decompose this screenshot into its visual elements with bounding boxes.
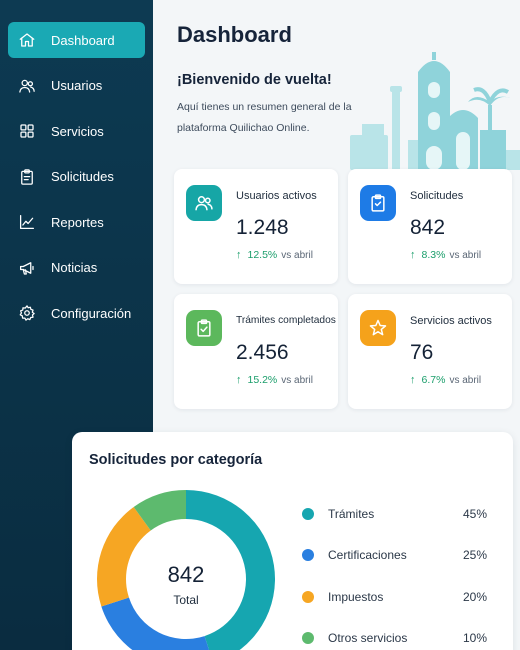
grid-icon [18, 122, 36, 140]
donut-total-value: 842 [167, 562, 205, 587]
stat-label: Trámites completados [236, 315, 336, 326]
stat-value: 76 [410, 341, 434, 364]
donut-total-label: Total [173, 593, 199, 607]
arrow-up-icon: ↑ [410, 249, 416, 261]
arrow-up-icon: ↑ [236, 249, 242, 261]
trend-percent: 15.2% [247, 374, 278, 386]
welcome-subtitle: Aquí tienes un resumen general de la pla… [177, 101, 352, 134]
sidebar-item-dashboard[interactable]: Dashboard [8, 22, 145, 58]
legend-dot [302, 632, 314, 644]
trend-percent: 8.3% [421, 249, 446, 261]
sidebar-item-solicitudes[interactable]: Solicitudes [8, 159, 145, 195]
legend-name: Otros servicios [328, 631, 408, 645]
clipboard-icon [18, 168, 36, 186]
legend-name: Impuestos [328, 590, 384, 604]
stat-trend: ↑ 12.5% vs abril [236, 249, 313, 261]
legend-dot [302, 591, 314, 603]
sidebar-item-label: Noticias [51, 260, 98, 275]
legend-percent: 20% [462, 590, 487, 604]
users-icon [18, 77, 36, 95]
trend-suffix: vs abril [281, 249, 313, 261]
city-illustration [350, 52, 520, 170]
chart-icon [18, 213, 36, 231]
megaphone-icon [18, 259, 36, 277]
sidebar-item-reportes[interactable]: Reportes [8, 204, 145, 240]
legend-percent: 25% [462, 548, 487, 562]
sidebar-item-label: Dashboard [51, 32, 115, 48]
home-icon [18, 31, 36, 49]
star-icon [360, 310, 396, 346]
trend-percent: 6.7% [421, 374, 446, 386]
sidebar-item-usuarios[interactable]: Usuarios [8, 68, 145, 104]
sidebar-item-servicios[interactable]: Servicios [8, 113, 145, 149]
trend-suffix: vs abril [449, 249, 482, 261]
stat-card-servicios[interactable]: Servicios activos 76 ↑ 6.7% vs abril [348, 294, 512, 409]
stat-value: 2.456 [236, 341, 289, 364]
legend-dot [302, 549, 314, 561]
legend-name: Certificaciones [328, 548, 407, 562]
clipboard-check-icon [186, 310, 222, 346]
gear-icon [18, 304, 36, 322]
trend-suffix: vs abril [281, 374, 313, 386]
stat-value: 1.248 [236, 216, 289, 239]
stat-trend: ↑ 8.3% vs abril [410, 249, 481, 261]
stat-label: Servicios activos [410, 315, 492, 327]
stat-label: Solicitudes [410, 190, 464, 202]
category-panel: Solicitudes por categoría 842 Total Trám… [72, 432, 513, 650]
arrow-up-icon: ↑ [236, 374, 242, 386]
sidebar-item-label: Reportes [51, 214, 104, 230]
arrow-up-icon: ↑ [410, 374, 416, 386]
clipboard-icon [360, 185, 396, 221]
sidebar-item-label: Servicios [51, 123, 104, 139]
legend-item-certificaciones: Certificaciones 25% [302, 545, 487, 565]
stat-label: Usuarios activos [236, 190, 317, 202]
legend-name: Trámites [328, 507, 375, 521]
sidebar-item-configuracion[interactable]: Configuración [8, 295, 145, 331]
trend-percent: 12.5% [247, 249, 278, 261]
users-icon [186, 185, 222, 221]
legend-dot [302, 508, 314, 520]
stat-card-tramites[interactable]: Trámites completados 2.456 ↑ 15.2% vs ab… [174, 294, 338, 409]
legend-item-otros: Otros servicios 10% [302, 628, 487, 648]
stat-card-solicitudes[interactable]: Solicitudes 842 ↑ 8.3% vs abril [348, 169, 512, 284]
donut-slice-2 [97, 506, 151, 607]
sidebar-item-label: Usuarios [51, 78, 103, 93]
sidebar-item-noticias[interactable]: Noticias [8, 250, 145, 286]
trend-suffix: vs abril [449, 374, 482, 386]
category-title: Solicitudes por categoría [89, 452, 263, 468]
legend-percent: 45% [462, 507, 487, 521]
welcome-heading: ¡Bienvenido de vuelta! [177, 72, 332, 88]
stat-value: 842 [410, 216, 446, 239]
stat-trend: ↑ 6.7% vs abril [410, 374, 481, 386]
legend-percent: 10% [462, 631, 487, 645]
legend-item-tramites: Trámites 45% [302, 504, 487, 524]
sidebar-item-label: Solicitudes [51, 169, 114, 184]
page-title: Dashboard [177, 22, 292, 47]
sidebar-item-label: Configuración [51, 305, 132, 321]
stat-card-usuarios[interactable]: Usuarios activos 1.248 ↑ 12.5% vs abril [174, 169, 338, 284]
stat-trend: ↑ 15.2% vs abril [236, 374, 313, 386]
legend-item-impuestos: Impuestos 20% [302, 587, 487, 607]
